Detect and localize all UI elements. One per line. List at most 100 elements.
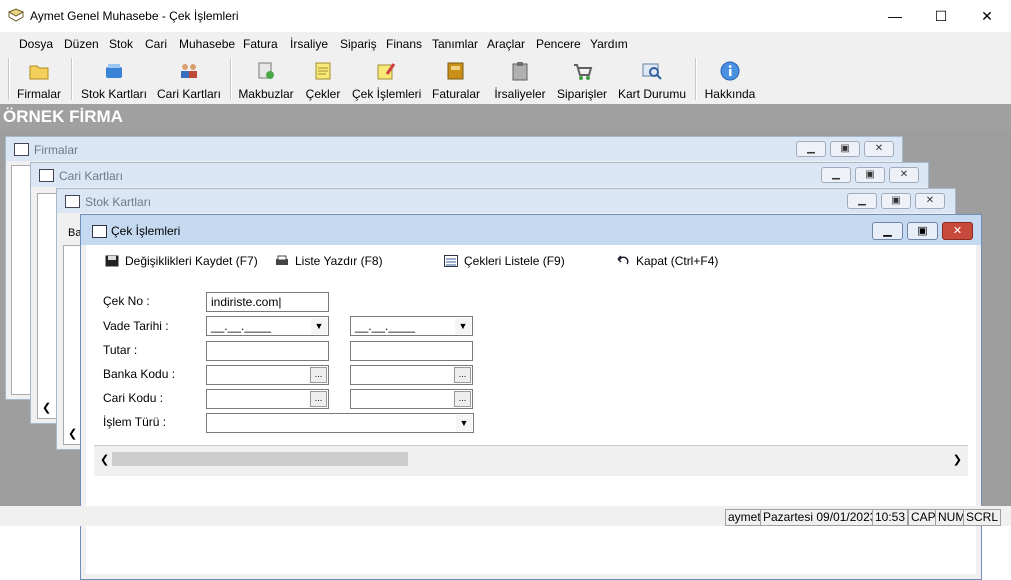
cek-no-value: indiriste.com [211, 295, 279, 309]
toolbar-label: Çekler [305, 87, 341, 101]
toolbar-siparisler-button[interactable]: Siparişler [556, 54, 608, 104]
minimize-button[interactable]: ▁ [847, 193, 877, 209]
dropdown-arrow-icon[interactable]: ▼ [455, 318, 471, 334]
scroll-left-icon[interactable]: ❮ [100, 453, 109, 466]
toolbar-cari-kartlari-button[interactable]: Cari Kartları [156, 54, 222, 104]
status-bar: aymet Pazartesi 09/01/2023 10:53 CAP NUM… [0, 506, 1011, 526]
toolbar-label: Cari Kartları [156, 87, 221, 101]
islem-turu-select[interactable]: ▼ [206, 413, 474, 433]
menu-siparis[interactable]: Sipariş [340, 37, 377, 51]
vade-to-value: __.__.____ [355, 319, 416, 333]
banka-kodu-label: Banka Kodu : [103, 367, 176, 381]
tutar-to-input[interactable] [350, 341, 473, 361]
grid-icon [92, 225, 107, 238]
lookup-button[interactable]: ... [310, 391, 327, 407]
toolbar-label: Firmalar [17, 87, 61, 101]
mdi-area: ÖRNEK FİRMA Firmalar ▁ ▣ ✕ Cari Kartları… [0, 104, 1011, 580]
scroll-left-icon[interactable]: ❮ [68, 427, 77, 440]
close-button[interactable]: ✕ [964, 0, 1010, 32]
close-button[interactable]: ✕ [889, 167, 919, 183]
menu-cari[interactable]: Cari [145, 37, 167, 51]
maximize-button[interactable]: ▣ [830, 141, 860, 157]
app-book-icon [8, 8, 24, 22]
toolbar: Firmalar Stok Kartları Cari Kartları Mak… [0, 54, 1011, 104]
toolbar-faturalar-button[interactable]: Faturalar [430, 54, 482, 104]
menu-finans[interactable]: Finans [386, 37, 422, 51]
print-button[interactable]: Liste Yazdır (F8) [275, 254, 383, 268]
menu-duzen[interactable]: Düzen [64, 37, 99, 51]
banka-from-input[interactable]: ... [206, 365, 329, 385]
cek-no-label: Çek No : [103, 294, 150, 308]
lookup-button[interactable]: ... [454, 391, 471, 407]
close-form-button[interactable]: Kapat (Ctrl+F4) [616, 254, 718, 268]
vade-to-date[interactable]: __.__.____ ▼ [350, 316, 473, 336]
folder-icon [29, 65, 49, 80]
menu-yardim[interactable]: Yardım [590, 37, 628, 51]
menu-araclar[interactable]: Araçlar [487, 37, 525, 51]
close-button[interactable]: ✕ [942, 222, 973, 240]
close-button[interactable]: ✕ [864, 141, 894, 157]
toolbar-makbuzlar-button[interactable]: Makbuzlar [238, 54, 294, 104]
menu-fatura[interactable]: Fatura [243, 37, 278, 51]
menu-tanimlar[interactable]: Tanımlar [432, 37, 478, 51]
toolbar-firmalar-button[interactable]: Firmalar [14, 54, 64, 104]
grid-icon [14, 143, 29, 156]
dropdown-arrow-icon[interactable]: ▼ [456, 415, 472, 431]
menu-dosya[interactable]: Dosya [19, 37, 53, 51]
window-title: Aymet Genel Muhasebe - Çek İşlemleri [30, 9, 239, 23]
toolbar-cekler-button[interactable]: Çekler [302, 54, 344, 104]
toolbar-label: İrsaliyeler [494, 87, 546, 101]
cek-no-input[interactable]: indiriste.com| [206, 292, 329, 312]
printer-icon [276, 255, 288, 265]
banka-to-input[interactable]: ... [350, 365, 473, 385]
toolbar-kart-durumu-button[interactable]: Kart Durumu [618, 54, 686, 104]
maximize-button[interactable]: ▣ [881, 193, 911, 209]
vade-from-value: __.__.____ [211, 319, 272, 333]
toolbar-cek-islemleri-button[interactable]: Çek İşlemleri [352, 54, 421, 104]
menu-irsaliye[interactable]: İrsaliye [290, 37, 328, 51]
save-button[interactable]: Değişiklikleri Kaydet (F7) [105, 254, 258, 268]
window-title: Cari Kartları [59, 169, 124, 183]
lookup-button[interactable]: ... [454, 367, 471, 383]
horizontal-scrollbar-thumb[interactable] [112, 452, 408, 466]
dropdown-arrow-icon[interactable]: ▼ [311, 318, 327, 334]
scroll-left-icon[interactable]: ❮ [42, 401, 51, 414]
window-title: Firmalar [34, 143, 78, 157]
grid-icon [65, 195, 80, 208]
cari-to-input[interactable]: ... [350, 389, 473, 409]
vade-from-date[interactable]: __.__.____ ▼ [206, 316, 329, 336]
status-time: 10:53 [872, 509, 909, 526]
vade-tarihi-label: Vade Tarihi : [103, 319, 169, 333]
menu-muhasebe[interactable]: Muhasebe [179, 37, 235, 51]
toolbar-irsaliyeler-button[interactable]: İrsaliyeler [492, 54, 548, 104]
minimize-button[interactable]: ▁ [872, 222, 903, 240]
list-button[interactable]: Çekleri Listele (F9) [444, 254, 565, 268]
cek-grid[interactable]: ❮ ❯ [94, 446, 968, 476]
window-title: Stok Kartları [85, 195, 152, 209]
print-label: Liste Yazdır (F8) [295, 254, 383, 268]
clipboard-icon [512, 62, 528, 81]
tutar-from-input[interactable] [206, 341, 329, 361]
maximize-button[interactable]: ▣ [907, 222, 938, 240]
menu-stok[interactable]: Stok [109, 37, 133, 51]
close-label: Kapat (Ctrl+F4) [636, 254, 719, 268]
toolbar-hakkinda-button[interactable]: Hakkında [704, 54, 756, 104]
minimize-button[interactable]: ▁ [796, 141, 826, 157]
menu-bar: Dosya Düzen Stok Cari Muhasebe Fatura İr… [0, 32, 1011, 54]
cari-kodu-label: Cari Kodu : [103, 391, 164, 405]
toolbar-stok-kartlari-button[interactable]: Stok Kartları [80, 54, 148, 104]
minimize-button[interactable]: ▁ [821, 167, 851, 183]
lookup-button[interactable]: ... [310, 367, 327, 383]
list-label: Çekleri Listele (F9) [464, 254, 565, 268]
scroll-right-icon[interactable]: ❯ [953, 453, 962, 466]
note-pencil-icon [377, 63, 396, 80]
grid-icon [39, 169, 54, 182]
maximize-button[interactable]: ▣ [855, 167, 885, 183]
maximize-button[interactable]: ☐ [918, 0, 964, 32]
menu-pencere[interactable]: Pencere [536, 37, 581, 51]
toolbar-separator [230, 58, 232, 100]
cari-from-input[interactable]: ... [206, 389, 329, 409]
status-scrl: SCRL [963, 509, 1002, 526]
close-button[interactable]: ✕ [915, 193, 945, 209]
minimize-button[interactable]: — [872, 0, 918, 32]
